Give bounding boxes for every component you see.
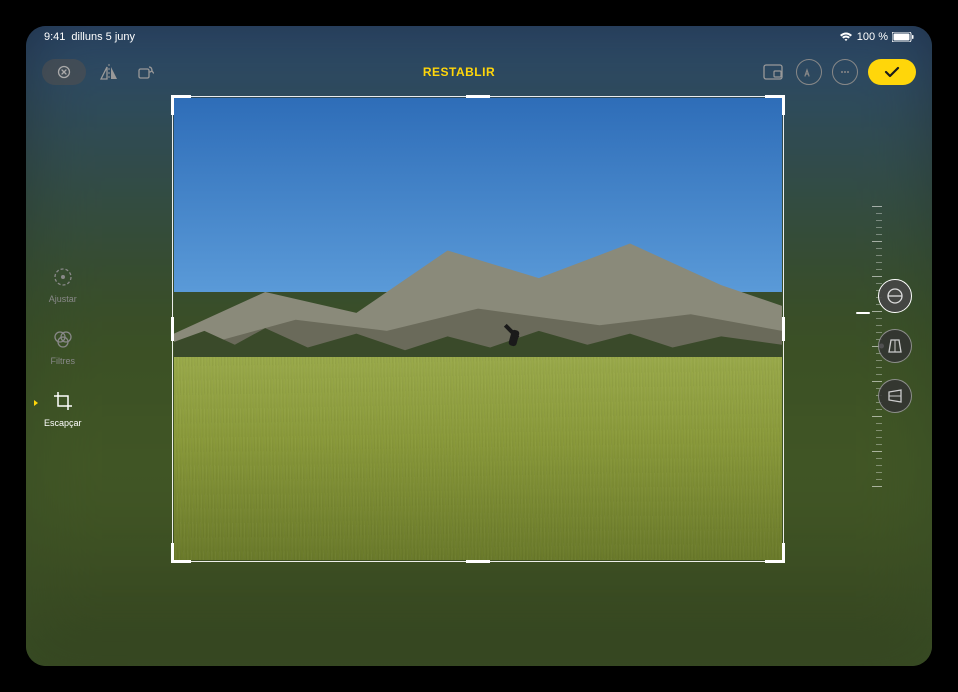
slider-tick	[876, 430, 882, 431]
straighten-button[interactable]	[878, 279, 912, 313]
filters-icon	[50, 326, 76, 352]
horizontal-perspective-button[interactable]	[878, 379, 912, 413]
status-bar: 9:41 dilluns 5 juny 100 %	[26, 26, 932, 48]
wifi-icon	[839, 32, 853, 42]
crop-tools	[878, 279, 912, 413]
photo-preview	[174, 98, 782, 560]
reset-button[interactable]: RESTABLIR	[423, 65, 495, 79]
slider-tick	[876, 472, 882, 473]
slider-tick	[876, 458, 882, 459]
slider-tick	[876, 213, 882, 214]
ipad-frame: 9:41 dilluns 5 juny 100 %	[0, 0, 958, 692]
slider-tick	[876, 479, 882, 480]
cancel-button[interactable]	[42, 59, 86, 85]
screen: 9:41 dilluns 5 juny 100 %	[26, 26, 932, 666]
rotate-button[interactable]	[132, 59, 158, 85]
aspect-ratio-button[interactable]	[760, 59, 786, 85]
crop-canvas[interactable]	[174, 98, 782, 560]
flip-horizontal-button[interactable]	[96, 59, 122, 85]
top-toolbar: RESTABLIR	[26, 52, 932, 92]
slider-tick	[872, 486, 882, 487]
slider-tick	[876, 423, 882, 424]
crop-icon	[50, 388, 76, 414]
sidebar-item-crop[interactable]: Escapçar	[44, 388, 82, 428]
markup-button[interactable]	[796, 59, 822, 85]
sidebar-item-filters[interactable]: Filtres	[44, 326, 82, 366]
slider-tick	[872, 451, 882, 452]
battery-percent: 100 %	[857, 31, 888, 43]
battery-icon	[892, 32, 914, 42]
slider-tick	[876, 234, 882, 235]
edit-mode-sidebar: Ajustar Filtres Escapçar	[44, 264, 82, 428]
status-date: dilluns 5 juny	[71, 31, 135, 43]
status-time: 9:41	[44, 31, 65, 43]
slider-tick	[876, 255, 882, 256]
adjust-icon	[50, 264, 76, 290]
slider-tick	[872, 206, 882, 207]
slider-tick	[876, 437, 882, 438]
slider-tick	[872, 241, 882, 242]
done-button[interactable]	[868, 59, 916, 85]
slider-tick	[876, 220, 882, 221]
slider-tick	[876, 444, 882, 445]
slider-tick	[872, 276, 882, 277]
sidebar-item-label: Ajustar	[49, 294, 77, 304]
slider-tick	[876, 262, 882, 263]
more-button[interactable]	[832, 59, 858, 85]
slider-tick	[876, 269, 882, 270]
slider-tick	[876, 465, 882, 466]
slider-tick	[876, 227, 882, 228]
sidebar-item-label: Filtres	[51, 356, 76, 366]
sidebar-item-label: Escapçar	[44, 418, 82, 428]
vertical-perspective-button[interactable]	[878, 329, 912, 363]
slider-tick	[872, 416, 882, 417]
slider-tick	[876, 248, 882, 249]
sidebar-item-adjust[interactable]: Ajustar	[44, 264, 82, 304]
